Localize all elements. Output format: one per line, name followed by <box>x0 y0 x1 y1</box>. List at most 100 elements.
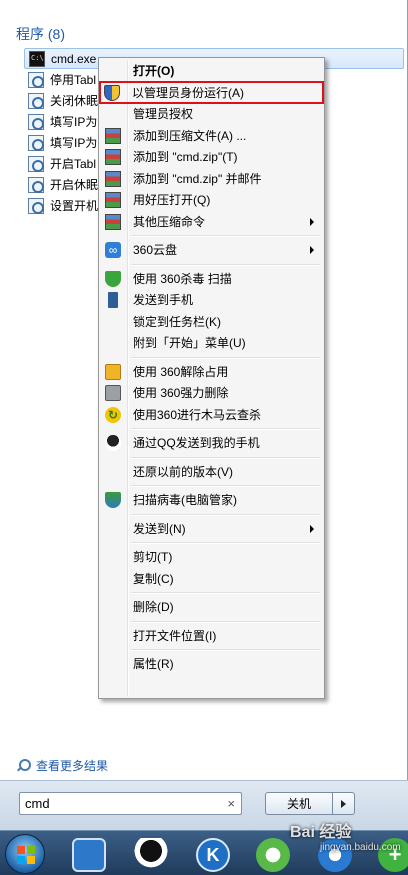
result-label: 停用Tabl <box>50 73 97 87</box>
menu-item-send-to-phone[interactable]: 发送到手机 <box>101 289 322 311</box>
menu-item-360-trojan-scan[interactable]: ↻ 使用360进行木马云查杀 <box>101 404 322 426</box>
search-input[interactable] <box>25 796 215 811</box>
archive-icon <box>105 127 121 144</box>
menu-label: 使用 360解除占用 <box>133 364 229 379</box>
menu-label: 通过QQ发送到我的手机 <box>133 436 260 451</box>
script-icon <box>28 92 44 109</box>
menu-separator <box>131 618 322 625</box>
menu-item-360-force-delete[interactable]: 使用 360强力删除 <box>101 382 322 404</box>
menu-label: 使用 360杀毒 扫描 <box>133 271 232 286</box>
menu-label: 锁定到任务栏(K) <box>133 314 221 329</box>
kugou-app-icon[interactable]: K <box>196 838 230 872</box>
menu-label: 使用 360强力删除 <box>133 386 229 401</box>
see-more-results-link[interactable]: 查看更多结果 <box>16 757 108 774</box>
baidu-watermark: Bai 经验 jingyan.baidu.com <box>290 818 401 853</box>
menu-item-qq-send[interactable]: 通过QQ发送到我的手机 <box>101 432 322 454</box>
clear-search-icon[interactable]: × <box>227 796 235 811</box>
shutdown-button[interactable]: 关机 <box>265 792 333 815</box>
trojan-scan-icon: ↻ <box>105 406 121 423</box>
see-more-label: 查看更多结果 <box>36 759 109 773</box>
menu-separator <box>131 354 322 361</box>
shutdown-options-arrow-icon[interactable] <box>333 792 355 815</box>
cmd-icon <box>29 50 45 67</box>
phone-icon <box>108 292 118 308</box>
menu-label: 管理员授权 <box>133 107 194 122</box>
menu-item-cut[interactable]: 剪切(T) <box>101 546 322 568</box>
menu-item-run-as-admin[interactable]: 以管理员身份运行(A) <box>99 80 324 104</box>
menu-item-add-archive[interactable]: 添加到压缩文件(A) ... <box>101 125 322 147</box>
menu-item-copy[interactable]: 复制(C) <box>101 568 322 590</box>
menu-item-other-compress[interactable]: 其他压缩命令 <box>101 211 322 233</box>
menu-separator <box>131 646 322 653</box>
antivirus-shield-icon <box>105 270 121 287</box>
archive-icon <box>105 192 121 208</box>
submenu-arrow-icon <box>310 524 314 533</box>
result-label: 设置开机 <box>50 199 99 213</box>
context-menu: 打开(O) 以管理员身份运行(A) 管理员授权 添加到压缩文件(A) ... 添… <box>98 57 325 699</box>
menu-item-add-cmd-zip[interactable]: 添加到 "cmd.zip"(T) <box>101 146 322 168</box>
watermark-line2: jingyan.baidu.com <box>320 842 401 853</box>
menu-separator <box>131 425 322 432</box>
search-box: × <box>19 792 242 815</box>
menu-item-open[interactable]: 打开(O) <box>101 60 322 82</box>
result-label: 关闭休眠 <box>50 94 99 108</box>
menu-label: 用好压打开(Q) <box>133 193 211 208</box>
result-label: 开启休眠 <box>50 178 99 192</box>
menu-item-delete[interactable]: 删除(D) <box>101 596 322 618</box>
menu-item-360-cloud[interactable]: ∞ 360云盘 <box>101 239 322 261</box>
menu-separator <box>131 511 322 518</box>
360-browser-icon[interactable] <box>256 838 290 872</box>
pc-guard-shield-icon <box>105 492 121 508</box>
menu-item-properties[interactable]: 属性(R) <box>101 653 322 675</box>
menu-label: 以管理员身份运行(A) <box>132 85 244 100</box>
menu-label: 打开(O) <box>133 64 175 79</box>
script-icon <box>28 176 44 193</box>
menu-label: 扫描病毒(电脑管家) <box>133 493 237 508</box>
result-label: 填写IP为1 <box>50 115 105 129</box>
menu-label: 还原以前的版本(V) <box>133 464 233 479</box>
menu-item-admin-grant[interactable]: 管理员授权 <box>101 103 322 125</box>
menu-item-pin-taskbar[interactable]: 锁定到任务栏(K) <box>101 311 322 333</box>
submenu-arrow-icon <box>310 246 314 254</box>
menu-label: 360云盘 <box>133 243 178 258</box>
script-icon <box>28 155 44 172</box>
search-icon <box>16 758 31 773</box>
menu-item-360-unlock[interactable]: 使用 360解除占用 <box>101 361 322 383</box>
menu-label: 添加到 "cmd.zip" 并邮件 <box>133 171 262 186</box>
script-icon <box>28 197 44 214</box>
script-icon <box>28 113 44 130</box>
notepad-app-icon[interactable] <box>72 838 106 872</box>
menu-item-send-to[interactable]: 发送到(N) <box>101 518 322 540</box>
qq-app-icon[interactable] <box>134 838 168 872</box>
archive-icon <box>105 149 121 165</box>
uac-shield-icon <box>104 84 120 101</box>
menu-label: 其他压缩命令 <box>133 214 206 229</box>
script-icon <box>28 134 44 151</box>
watermark-line1: Bai 经验 <box>290 824 352 841</box>
windows-start-orb-icon[interactable] <box>5 834 45 874</box>
menu-item-open-haozip[interactable]: 用好压打开(Q) <box>101 189 322 211</box>
menu-item-add-cmd-zip-mail[interactable]: 添加到 "cmd.zip" 并邮件 <box>101 168 322 190</box>
menu-separator <box>131 482 322 489</box>
qq-penguin-icon <box>105 435 121 451</box>
result-label: 开启Tabl <box>50 157 97 171</box>
menu-label: 附到「开始」菜单(U) <box>133 336 246 351</box>
archive-icon <box>105 170 121 187</box>
folder-icon <box>105 363 121 380</box>
menu-item-pin-start[interactable]: 附到「开始」菜单(U) <box>101 332 322 354</box>
menu-item-guard-scan[interactable]: 扫描病毒(电脑管家) <box>101 489 322 511</box>
menu-label: 剪切(T) <box>133 550 173 565</box>
menu-label: 发送到手机 <box>133 293 194 308</box>
section-title-programs: 程序 (8) <box>16 26 65 42</box>
result-label: cmd.exe <box>51 51 97 66</box>
menu-label: 删除(D) <box>133 600 174 615</box>
menu-item-360-scan[interactable]: 使用 360杀毒 扫描 <box>101 268 322 290</box>
archive-icon <box>105 213 121 230</box>
menu-label: 复制(C) <box>133 571 174 586</box>
menu-separator <box>131 539 322 546</box>
menu-item-open-location[interactable]: 打开文件位置(I) <box>101 625 322 647</box>
menu-item-restore-versions[interactable]: 还原以前的版本(V) <box>101 461 322 483</box>
menu-separator <box>131 454 322 461</box>
menu-separator <box>131 261 322 268</box>
menu-label: 打开文件位置(I) <box>133 628 217 643</box>
